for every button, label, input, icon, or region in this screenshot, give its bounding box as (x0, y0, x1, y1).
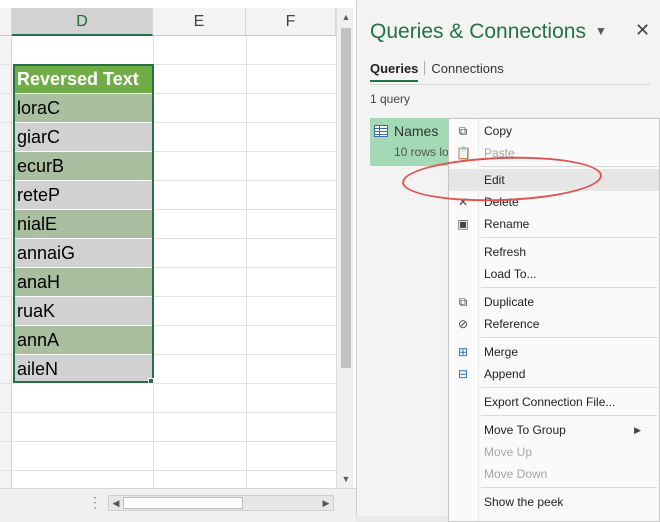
menu-item-label: Export Connection File... (484, 395, 616, 409)
menu-item-label: Move Up (484, 445, 533, 459)
column-headers: D E F (0, 8, 336, 36)
menu-item-label: Reference (484, 317, 540, 331)
horizontal-scrollbar[interactable]: ◀ ▶ (108, 495, 334, 511)
row-header-corner[interactable] (0, 8, 12, 36)
sheet-bottom-bar: ⋮ ◀ ▶ (0, 488, 356, 522)
menu-separator (481, 237, 657, 238)
pane-title: Queries & Connections (370, 20, 586, 43)
menu-item-move-down[interactable]: Move Down (449, 463, 659, 485)
scroll-down-icon[interactable]: ▼ (340, 473, 352, 485)
split-handle-icon[interactable]: ⋮ (88, 495, 102, 509)
menu-item-duplicate[interactable]: ⧉ Duplicate (449, 291, 659, 313)
menu-separator (481, 415, 657, 416)
menu-item-merge[interactable]: ⊞ Merge (449, 341, 659, 363)
menu-item-label: Duplicate (484, 295, 535, 309)
menu-item-label: Refresh (484, 245, 527, 259)
menu-item-move-up[interactable]: Move Up (449, 441, 659, 463)
menu-item-label: Move To Group (484, 423, 566, 437)
menu-item-refresh[interactable]: Refresh (449, 241, 659, 263)
column-header-f[interactable]: F (246, 8, 336, 36)
vertical-scroll-thumb[interactable] (341, 28, 351, 368)
menu-item-label: Move Down (484, 467, 548, 481)
tab-divider (424, 61, 426, 75)
rename-icon: ▣ (457, 217, 469, 231)
menu-separator (481, 287, 657, 288)
menu-item-label: Merge (484, 345, 519, 359)
append-icon: ⊟ (457, 367, 469, 381)
vertical-scrollbar[interactable]: ▲ ▼ (336, 8, 354, 488)
column-header-e[interactable]: E (153, 8, 246, 36)
table-icon (374, 125, 388, 137)
merge-icon: ⊞ (457, 345, 469, 359)
query-name: Names (394, 123, 439, 139)
selection-border (13, 64, 154, 383)
menu-item-copy[interactable]: ⧉ Copy (449, 120, 659, 142)
status-bar-fragment (356, 516, 448, 522)
menu-item-label: Show the peek (484, 495, 564, 509)
paste-icon: 📋 (456, 146, 471, 160)
query-status: 10 rows lo (394, 145, 449, 159)
menu-item-label: Copy (484, 124, 513, 138)
menu-item-label: Rename (484, 217, 530, 231)
spreadsheet: D E F Reversed Text loraC giarC ecurB re… (0, 0, 356, 522)
tab-connections[interactable]: Connections (431, 61, 503, 80)
menu-separator (481, 337, 657, 338)
pane-divider (370, 84, 650, 85)
query-item-names[interactable]: Names 10 rows lo (370, 118, 460, 166)
menu-item-load-to[interactable]: Load To... (449, 263, 659, 285)
menu-item-label: Load To... (484, 267, 537, 281)
scroll-up-icon[interactable]: ▲ (340, 11, 352, 23)
menu-separator (481, 387, 657, 388)
pane-options-chevron-icon[interactable]: ▼ (595, 24, 607, 38)
menu-item-show-the-peek[interactable]: Show the peek (449, 491, 659, 513)
copy-icon: ⧉ (458, 124, 468, 138)
scroll-right-icon[interactable]: ▶ (320, 497, 332, 509)
fill-handle[interactable] (148, 378, 154, 384)
menu-item-append[interactable]: ⊟ Append (449, 363, 659, 385)
menu-item-rename[interactable]: ▣ Rename (449, 213, 659, 235)
horizontal-scroll-thumb[interactable] (123, 497, 243, 509)
menu-item-move-to-group[interactable]: Move To Group ▶ (449, 419, 659, 441)
duplicate-icon: ⧉ (458, 295, 468, 309)
menu-item-label: Append (484, 367, 526, 381)
pane-tabs: Queries Connections (370, 60, 510, 82)
tab-queries[interactable]: Queries (370, 61, 419, 82)
query-count: 1 query (370, 92, 411, 106)
scroll-left-icon[interactable]: ◀ (110, 497, 122, 509)
close-icon[interactable]: ✕ (635, 20, 650, 41)
reference-icon: ⊘ (457, 317, 469, 331)
menu-separator (481, 487, 657, 488)
column-header-d[interactable]: D (12, 8, 153, 36)
menu-item-export-connection-file[interactable]: Export Connection File... (449, 391, 659, 413)
submenu-arrow-icon: ▶ (634, 425, 641, 435)
menu-item-reference[interactable]: ⊘ Reference (449, 313, 659, 335)
